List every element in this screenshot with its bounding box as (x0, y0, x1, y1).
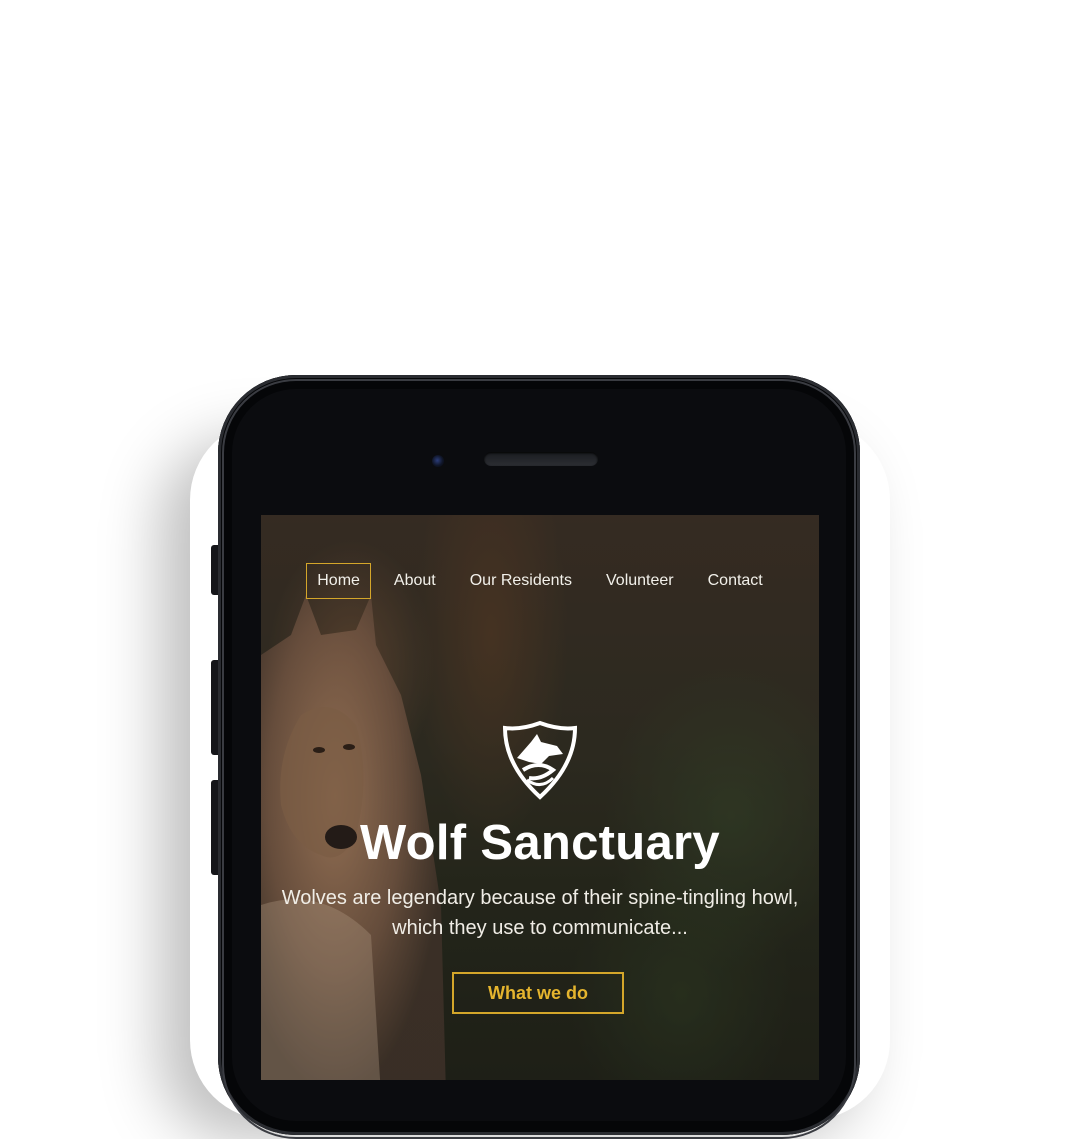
what-we-do-button[interactable]: What we do (452, 972, 624, 1014)
front-camera (432, 455, 444, 467)
wolf-shield-icon (502, 720, 578, 800)
hero-tagline-line-2: which they use to communicate... (392, 917, 688, 939)
nav-item-about[interactable]: About (383, 563, 447, 599)
hero-title: Wolf Sanctuary (360, 816, 720, 870)
earpiece-speaker (484, 452, 598, 466)
phone-screen: Home About Our Residents Volunteer Conta… (261, 515, 819, 1080)
main-nav: Home About Our Residents Volunteer Conta… (261, 563, 819, 599)
nav-item-contact[interactable]: Contact (697, 563, 774, 599)
hero-tagline-line-1: Wolves are legendary because of their sp… (281, 887, 799, 909)
nav-item-volunteer[interactable]: Volunteer (595, 563, 685, 599)
nav-item-our-residents[interactable]: Our Residents (459, 563, 583, 599)
nav-item-home[interactable]: Home (306, 563, 371, 599)
hero-tagline: Wolves are legendary because of their sp… (261, 883, 819, 943)
